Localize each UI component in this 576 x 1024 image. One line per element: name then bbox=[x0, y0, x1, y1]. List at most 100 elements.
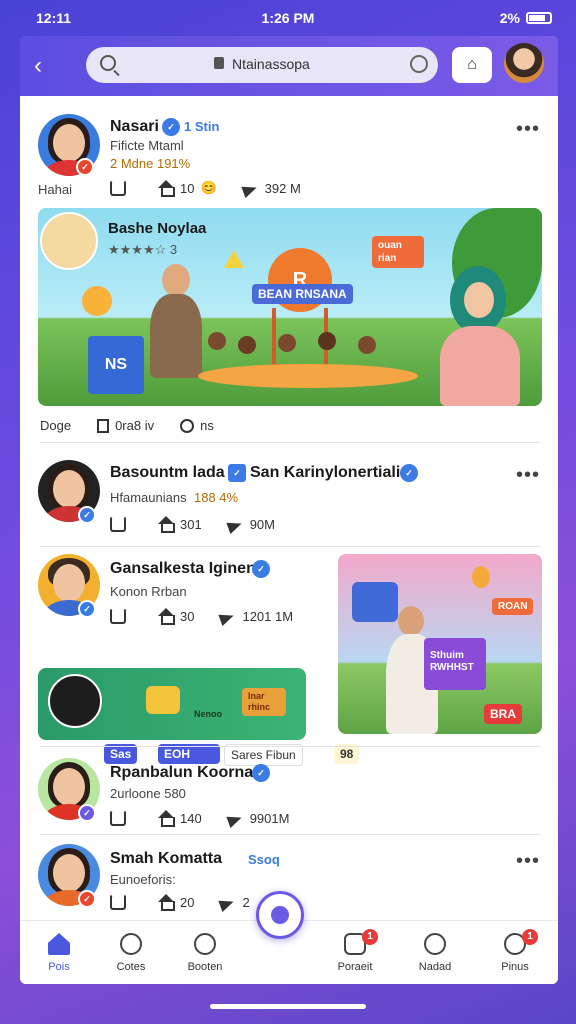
more-options-icon[interactable]: ••• bbox=[516, 118, 540, 141]
back-icon[interactable]: ‹ bbox=[34, 52, 42, 80]
purple-box: Sthuim RWHHST bbox=[424, 638, 486, 690]
toy-box: lnar rhinc bbox=[242, 688, 286, 716]
status-bar: 12:11 1:26 PM 2% bbox=[0, 0, 576, 36]
post-label: Hahai bbox=[38, 182, 72, 197]
post-banner-3[interactable]: ROAN Sthuim RWHHST BRA bbox=[338, 554, 542, 734]
post-actions: 140 9901M bbox=[110, 810, 315, 827]
more-options-icon[interactable]: ••• bbox=[516, 850, 540, 873]
like-button[interactable] bbox=[110, 516, 132, 532]
post-subtitle: Eunoeforis: bbox=[110, 872, 176, 887]
like-icon bbox=[110, 894, 126, 910]
post-tag: Ssoq bbox=[248, 852, 280, 867]
share-button[interactable]: 2 bbox=[220, 894, 249, 910]
banner-channel-name: Bashe Noylaa bbox=[108, 220, 207, 237]
like-icon bbox=[110, 516, 126, 532]
divider bbox=[40, 442, 540, 443]
bottom-navigation: Pois Cotes Booten Poraeit 1 Nadad Pinus 1 bbox=[20, 891, 558, 984]
comment-button[interactable]: ns bbox=[180, 418, 214, 433]
teacher-figure bbox=[146, 264, 206, 404]
post-banner-1[interactable]: Bashe Noylaa ★★★★☆ 3 R BEAN RNSANA ouan … bbox=[38, 208, 542, 406]
nav-item-pinus[interactable]: Pinus 1 bbox=[480, 929, 550, 973]
share-icon bbox=[220, 894, 236, 910]
battery-percent: 2% bbox=[499, 10, 520, 26]
verified-badge-icon: ✓ bbox=[76, 158, 94, 176]
toy-car bbox=[146, 686, 180, 714]
nav-item-nadad[interactable]: Nadad bbox=[400, 933, 470, 973]
like-button[interactable] bbox=[110, 810, 132, 826]
repost-button[interactable]: 10 😊 bbox=[158, 180, 217, 197]
share-button[interactable]: 9901M bbox=[228, 810, 290, 826]
compose-fab-button[interactable] bbox=[256, 891, 304, 939]
home-indicator bbox=[210, 1004, 366, 1009]
speech-bubble: ROAN bbox=[492, 598, 534, 615]
verified-icon: ✓ bbox=[252, 764, 270, 782]
like-button[interactable] bbox=[110, 608, 132, 624]
author-name[interactable]: Nasari bbox=[110, 118, 159, 136]
post-card-1: ✓ Nasari ✓ 1 Stin Fificte Mtaml 2 Mdne 1… bbox=[20, 106, 558, 216]
nav-item-home[interactable]: Pois bbox=[24, 933, 94, 973]
more-options-icon[interactable]: ••• bbox=[516, 464, 540, 487]
doge-button[interactable]: Doge bbox=[40, 418, 71, 433]
repost-icon bbox=[158, 810, 175, 827]
notification-bell-icon[interactable]: ⌂ bbox=[452, 47, 492, 83]
post-card-5: ✓ Rpanbalun Koornan ✓ 2urloone 580 140 9… bbox=[20, 752, 558, 838]
post-subtitle: Fificte Mtaml bbox=[110, 138, 184, 153]
lock-icon bbox=[214, 57, 224, 69]
like-button[interactable] bbox=[110, 894, 132, 910]
verified-icon: ✓ bbox=[400, 464, 418, 482]
divider bbox=[40, 834, 540, 835]
notification-badge: 1 bbox=[522, 929, 538, 945]
repost-button[interactable]: 140 bbox=[158, 810, 202, 827]
profile-avatar[interactable] bbox=[504, 43, 544, 83]
clock-icon bbox=[120, 933, 142, 955]
author-name[interactable]: Basountm lada bbox=[110, 464, 225, 482]
share-button[interactable]: 392 M bbox=[243, 180, 301, 196]
compass-icon bbox=[194, 933, 216, 955]
share-button[interactable]: 1201 1M bbox=[220, 608, 293, 624]
url-bar[interactable]: Ntainassopa bbox=[86, 47, 438, 83]
toy-pill: Nenoo bbox=[194, 709, 222, 719]
sun-icon bbox=[82, 286, 112, 316]
post-actions: 10 😊 392 M bbox=[110, 180, 327, 197]
author-name-2[interactable]: San Karinylonertiali bbox=[250, 464, 400, 482]
battery-icon bbox=[526, 12, 552, 24]
bookmark-button[interactable]: 0ra8 iv bbox=[97, 418, 154, 433]
verified-badge-icon: ✓ bbox=[78, 506, 96, 524]
author-name[interactable]: Rpanbalun Koornan bbox=[110, 764, 263, 782]
share-button[interactable]: 90M bbox=[228, 516, 275, 532]
red-banner: BRA bbox=[484, 704, 522, 724]
divider bbox=[40, 746, 540, 747]
verified-icon: ✓ bbox=[162, 118, 180, 136]
repost-icon bbox=[158, 180, 175, 197]
author-name[interactable]: Gansalkesta Iginen bbox=[110, 560, 256, 578]
url-text: Ntainassopa bbox=[232, 56, 310, 72]
repost-button[interactable]: 20 bbox=[158, 894, 194, 911]
author-name[interactable]: Smah Komatta bbox=[110, 850, 222, 868]
like-icon bbox=[110, 608, 126, 624]
banner-avatar bbox=[40, 212, 98, 270]
repost-button[interactable]: 301 bbox=[158, 516, 202, 533]
repost-button[interactable]: 30 bbox=[158, 608, 194, 625]
repost-icon bbox=[158, 608, 175, 625]
divider bbox=[40, 546, 540, 547]
post-banner-2[interactable]: lnar rhinc Nenoo bbox=[38, 668, 306, 740]
post-meta: 188 4% bbox=[194, 490, 239, 505]
status-time: 1:26 PM bbox=[261, 10, 315, 26]
reload-icon[interactable] bbox=[410, 55, 428, 73]
share-icon bbox=[243, 180, 259, 196]
verified-icon: ✓ bbox=[252, 560, 270, 578]
banner-rating: ★★★★☆ 3 bbox=[108, 242, 178, 257]
nav-item-booten[interactable]: Booten bbox=[170, 933, 240, 973]
like-button[interactable] bbox=[110, 180, 132, 196]
verified-badge-icon: ✓ bbox=[78, 890, 96, 908]
banner-pill: BEAN RNSANA bbox=[252, 284, 353, 304]
post-card-3: ✓ Basountm lada ✓ San Karinylonertiali ✓… bbox=[20, 450, 558, 542]
post-meta: 2 Mdne 191% bbox=[110, 156, 191, 171]
nav-item-cotes[interactable]: Cotes bbox=[96, 933, 166, 973]
post-tag: 1 Stin bbox=[184, 119, 220, 134]
search-icon bbox=[100, 55, 116, 71]
basket: NS bbox=[88, 336, 144, 394]
nav-item-poraeit[interactable]: Poraeit 1 bbox=[320, 929, 390, 973]
alert-icon bbox=[424, 933, 446, 955]
post-subtitle: Hfamaunians bbox=[110, 490, 187, 505]
